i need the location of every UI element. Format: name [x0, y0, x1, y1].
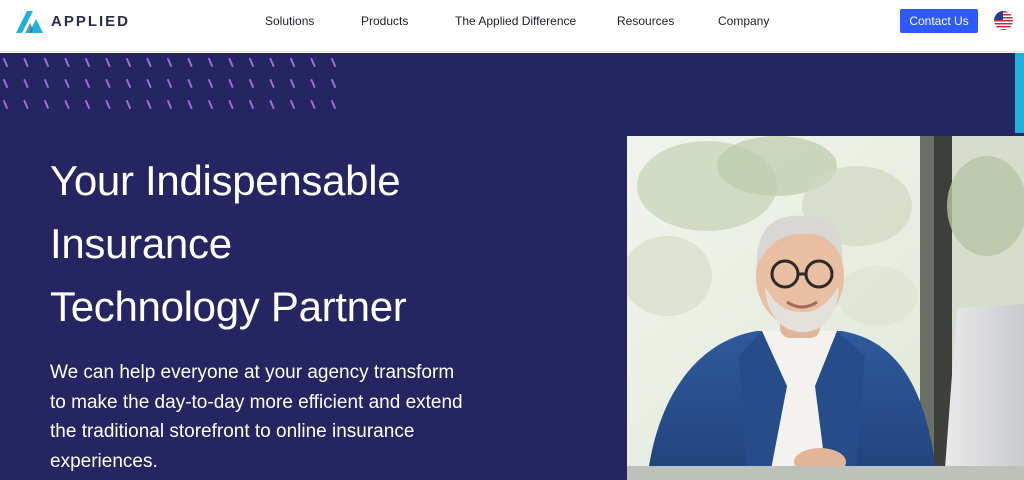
- dash-mark: [331, 100, 336, 109]
- nav-the-applied-difference[interactable]: The Applied Difference: [455, 12, 576, 30]
- dash-mark: [64, 58, 70, 67]
- dash-mark: [44, 100, 49, 109]
- dash-mark: [105, 58, 111, 67]
- applied-logo[interactable]: APPLIED: [16, 10, 130, 34]
- us-flag-icon[interactable]: [994, 11, 1013, 30]
- dash-pattern: [3, 58, 336, 109]
- dash-mark: [44, 58, 49, 67]
- dash-mark: [228, 58, 234, 67]
- hero-description: We can help everyone at your agency tran…: [50, 362, 463, 472]
- dash-mark: [187, 58, 193, 67]
- dash-mark: [331, 79, 336, 88]
- dash-mark: [249, 58, 254, 67]
- dash-mark: [269, 100, 275, 109]
- dash-mark: [85, 58, 90, 67]
- nav-products[interactable]: Products: [361, 12, 408, 30]
- hero-title-line: Insurance: [50, 220, 232, 267]
- dash-mark: [249, 100, 254, 109]
- hero-section: Your Indispensable Insurance Technology …: [0, 53, 1024, 480]
- dash-mark: [290, 100, 295, 109]
- applied-logo-icon: [16, 11, 43, 33]
- dash-mark: [64, 100, 70, 109]
- dash-mark: [64, 79, 70, 88]
- dash-mark: [269, 58, 275, 67]
- dash-mark: [85, 100, 90, 109]
- dash-mark: [167, 79, 172, 88]
- dash-mark: [167, 100, 172, 109]
- dash-mark: [126, 79, 131, 88]
- dash-mark: [310, 58, 316, 67]
- dash-mark: [331, 58, 336, 67]
- contact-us-button[interactable]: Contact Us: [900, 9, 978, 33]
- dash-mark: [146, 100, 152, 109]
- dash-mark: [23, 58, 29, 67]
- hero-title-line: Technology Partner: [50, 283, 407, 330]
- dash-mark: [126, 100, 131, 109]
- nav-resources[interactable]: Resources: [617, 12, 674, 30]
- dash-mark: [290, 79, 295, 88]
- dash-mark: [105, 100, 111, 109]
- dash-mark: [44, 79, 49, 88]
- dash-mark: [187, 79, 193, 88]
- brand-name: APPLIED: [51, 13, 131, 30]
- hero-title: Your Indispensable Insurance Technology …: [50, 149, 530, 338]
- dash-mark: [3, 100, 8, 109]
- dash-mark: [208, 100, 213, 109]
- dash-mark: [310, 79, 316, 88]
- hero-title-line: Your Indispensable: [50, 157, 401, 204]
- dash-mark: [228, 100, 234, 109]
- dash-mark: [208, 58, 213, 67]
- dash-mark: [105, 79, 111, 88]
- dash-mark: [85, 79, 90, 88]
- nav-company[interactable]: Company: [718, 12, 769, 30]
- dash-mark: [23, 79, 29, 88]
- dash-mark: [290, 58, 295, 67]
- accent-edge-bar: [1015, 53, 1024, 133]
- site-header: APPLIED Solutions Products The Applied D…: [0, 0, 1024, 52]
- dash-mark: [208, 79, 213, 88]
- dash-mark: [167, 58, 172, 67]
- dash-mark: [3, 79, 8, 88]
- dash-mark: [249, 79, 254, 88]
- dash-mark: [146, 79, 152, 88]
- dash-mark: [187, 100, 193, 109]
- nav-solutions[interactable]: Solutions: [265, 12, 314, 30]
- dash-mark: [146, 58, 152, 67]
- dash-mark: [228, 79, 234, 88]
- dash-mark: [126, 58, 131, 67]
- dash-mark: [310, 100, 316, 109]
- smiling-man-laptop-photo: [627, 136, 1024, 480]
- dash-mark: [269, 79, 275, 88]
- dash-mark: [23, 100, 29, 109]
- dash-mark: [3, 58, 8, 67]
